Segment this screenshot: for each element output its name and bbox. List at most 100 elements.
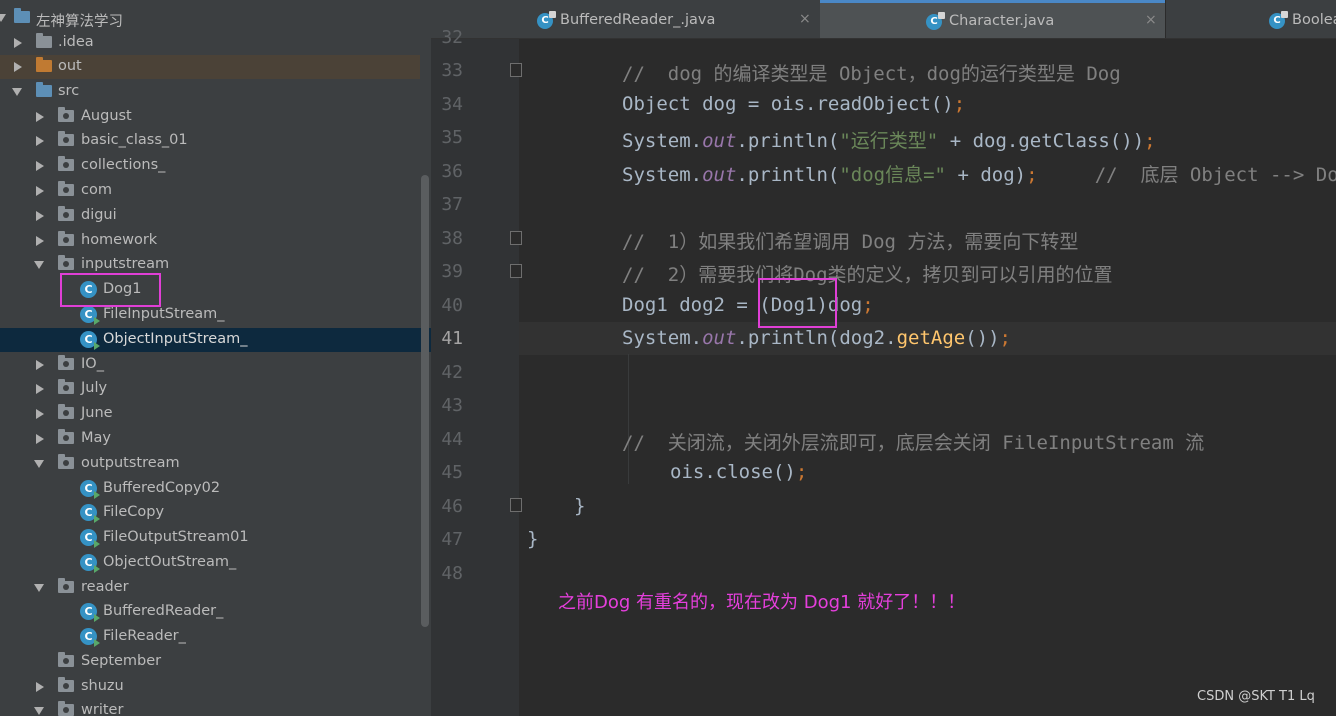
package-icon: [58, 578, 74, 593]
tree-item-class[interactable]: C FileReader_: [0, 625, 420, 649]
tree-item-package[interactable]: May: [0, 427, 420, 451]
tree-item-label: BufferedReader_: [103, 603, 224, 619]
fold-icon[interactable]: [510, 264, 522, 278]
chevron-down-icon[interactable]: [34, 584, 44, 592]
tree-item-package[interactable]: July: [0, 377, 420, 401]
tree-item-package[interactable]: collections_: [0, 154, 420, 178]
tree-item-label: FileReader_: [103, 628, 186, 644]
tree-root[interactable]: 左神算法学习: [0, 6, 420, 30]
tree-item-label: ObjectInputStream_: [103, 331, 248, 347]
tree-item-package[interactable]: August: [0, 105, 420, 129]
code-string: "dog信息=": [839, 164, 946, 186]
java-class-icon: C: [80, 529, 100, 548]
chevron-down-icon[interactable]: [34, 707, 44, 715]
tree-item-class[interactable]: C FileOutputStream01: [0, 526, 420, 550]
tree-item-label: src: [58, 83, 80, 99]
tree-item-class[interactable]: C FileCopy: [0, 501, 420, 525]
package-icon: [58, 206, 74, 221]
chevron-right-icon[interactable]: [36, 236, 44, 246]
code-brace: }: [527, 528, 539, 550]
chevron-right-icon[interactable]: [36, 112, 44, 122]
chevron-down-icon[interactable]: [34, 460, 44, 468]
close-icon[interactable]: ×: [1145, 12, 1157, 28]
code-semicolon: ;: [953, 93, 966, 115]
package-icon: [58, 429, 74, 444]
java-class-icon: C: [80, 306, 100, 325]
line-number: 46: [441, 496, 463, 517]
java-class-icon: C: [80, 504, 100, 523]
java-class-icon: C: [926, 12, 945, 30]
tree-item-class[interactable]: C BufferedReader_: [0, 600, 420, 624]
chevron-right-icon[interactable]: [14, 62, 22, 72]
chevron-right-icon[interactable]: [36, 186, 44, 196]
tree-item-label: August: [81, 108, 132, 124]
tree-item-idea[interactable]: .idea: [0, 31, 420, 55]
annotation-text: 之前Dog 有重名的，现在改为 Dog1 就好了！！！: [558, 592, 966, 613]
tree-item-label: July: [81, 380, 108, 396]
tree-item-label: IO_: [81, 356, 104, 372]
fold-icon[interactable]: [510, 231, 522, 245]
tree-item-label: basic_class_01: [81, 132, 188, 148]
tree-item-src[interactable]: src: [0, 80, 420, 104]
line-number: 35: [441, 127, 463, 148]
fold-icon[interactable]: [510, 498, 522, 512]
tree-item-label: ObjectOutStream_: [103, 554, 237, 570]
code-comment: // 底层 Object --> Dog: [1037, 164, 1336, 186]
tree-item-package[interactable]: June: [0, 402, 420, 426]
tab-boolean[interactable]: C Boolea: [1165, 0, 1336, 38]
line-number: 44: [441, 429, 463, 450]
tree-item-package[interactable]: digui: [0, 204, 420, 228]
tree-root-label: 左神算法学习: [36, 14, 123, 30]
tree-item-package[interactable]: basic_class_01: [0, 129, 420, 153]
tree-item-package[interactable]: outputstream: [0, 452, 420, 476]
chevron-right-icon[interactable]: [36, 360, 44, 370]
code-string: "运行类型": [839, 130, 939, 152]
code-line-46: }: [574, 495, 585, 517]
chevron-right-icon[interactable]: [36, 409, 44, 419]
code-text: .println(dog2.: [736, 327, 897, 349]
package-icon: [58, 355, 74, 370]
tree-item-package[interactable]: com: [0, 179, 420, 203]
chevron-down-icon[interactable]: [34, 261, 44, 269]
chevron-right-icon[interactable]: [36, 161, 44, 171]
tree-item-package[interactable]: reader: [0, 576, 420, 600]
code-text: .println(: [736, 164, 840, 186]
tree-item-label: homework: [81, 232, 158, 248]
chevron-right-icon[interactable]: [36, 136, 44, 146]
line-number: 40: [441, 295, 463, 316]
tree-item-package[interactable]: homework: [0, 229, 420, 253]
chevron-right-icon[interactable]: [14, 38, 22, 48]
tree-item-package[interactable]: shuzu: [0, 675, 420, 699]
tree-scrollbar[interactable]: [421, 175, 429, 627]
line-number: 43: [441, 395, 463, 416]
tree-item-class[interactable]: C BufferedCopy02: [0, 477, 420, 501]
tree-item-class-selected[interactable]: C ObjectInputStream_: [0, 328, 431, 352]
line-number-gutter: 32 33 34 35 36 37 38 39 40 41 42 43 44 4…: [431, 27, 522, 716]
indent-guide: [628, 354, 629, 484]
line-number: 42: [441, 362, 463, 383]
tree-item-label: reader: [81, 579, 129, 595]
tab-character[interactable]: C Character.java ×: [820, 0, 1165, 38]
chevron-right-icon[interactable]: [36, 211, 44, 221]
code-semicolon: ;: [862, 294, 874, 316]
fold-icon[interactable]: [510, 63, 522, 77]
chevron-down-icon[interactable]: [0, 14, 6, 22]
editor-tab-bar: C BufferedReader_.java × C Character.jav…: [431, 0, 1336, 39]
tab-bufferedreader[interactable]: C BufferedReader_.java ×: [431, 0, 820, 38]
code-field: out: [702, 164, 737, 186]
line-number: 32: [441, 27, 463, 48]
tree-item-out[interactable]: out: [0, 55, 420, 79]
package-icon: [58, 652, 74, 667]
chevron-right-icon[interactable]: [36, 434, 44, 444]
tree-item-package[interactable]: September: [0, 650, 420, 674]
chevron-down-icon[interactable]: [12, 88, 22, 96]
chevron-right-icon[interactable]: [36, 682, 44, 692]
tree-item-package[interactable]: writer: [0, 699, 420, 716]
tree-item-class[interactable]: C ObjectOutStream_: [0, 551, 420, 575]
close-icon[interactable]: ×: [799, 11, 811, 27]
line-number: 36: [441, 161, 463, 182]
line-number: 38: [441, 228, 463, 249]
tree-item-package[interactable]: IO_: [0, 353, 420, 377]
chevron-right-icon[interactable]: [36, 384, 44, 394]
code-editor[interactable]: 32 33 34 35 36 37 38 39 40 41 42 43 44 4…: [431, 27, 1336, 716]
